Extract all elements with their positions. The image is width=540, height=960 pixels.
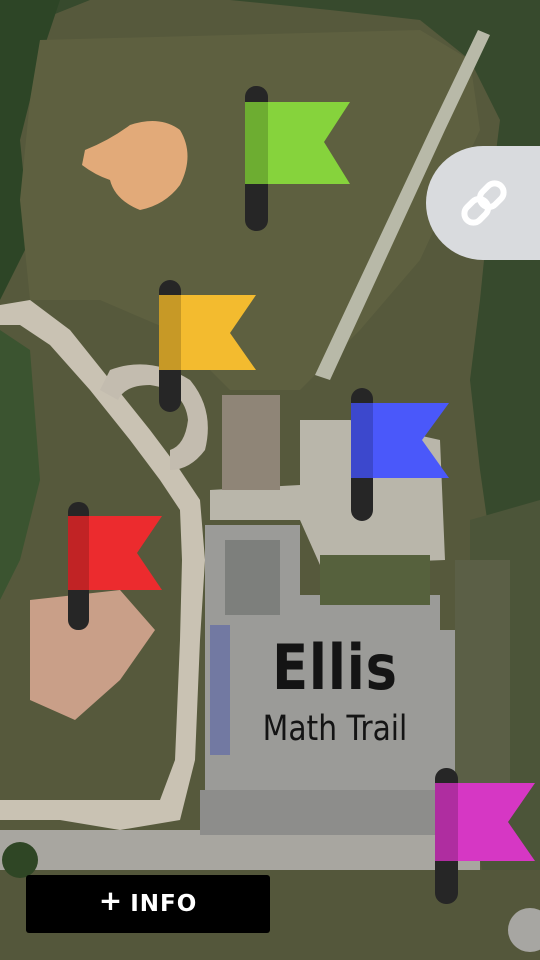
flag-green[interactable] — [244, 86, 352, 232]
plus-icon: + — [98, 884, 123, 917]
share-link-button[interactable] — [426, 146, 540, 260]
info-button[interactable]: + INFO — [26, 875, 270, 933]
flag-red[interactable] — [67, 502, 165, 632]
info-label: INFO — [130, 891, 198, 917]
link-icon — [461, 180, 507, 226]
flag-magenta[interactable] — [434, 768, 538, 906]
flag-yellow[interactable] — [158, 280, 258, 414]
flag-blue[interactable] — [350, 388, 452, 522]
